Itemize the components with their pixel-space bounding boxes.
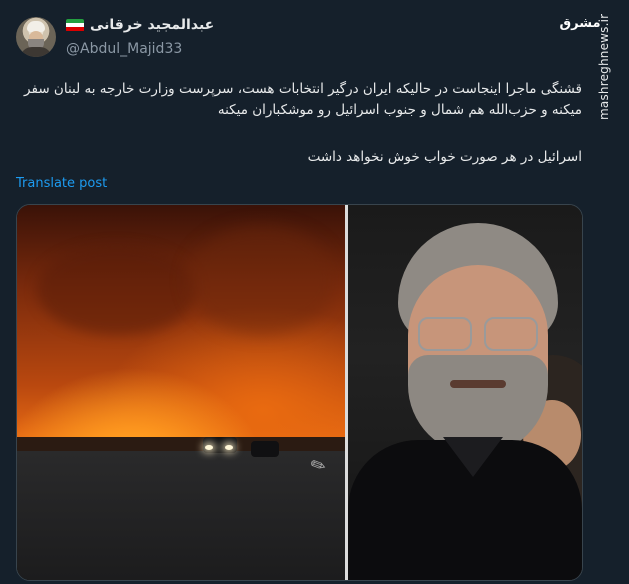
glasses-lens — [484, 317, 538, 351]
author-display-name[interactable]: عبدالمجید خرقانی — [90, 17, 214, 33]
horizon-line — [17, 437, 345, 451]
tweet-media[interactable]: ✎ — [16, 204, 583, 581]
mouth — [450, 380, 506, 388]
avatar[interactable] — [16, 17, 56, 57]
glasses-lens — [418, 317, 472, 351]
tweet-paragraph-2: اسرائیل در هر صورت خواب خوش نخواهد داشت — [307, 149, 582, 165]
smoke-cloud — [187, 225, 337, 335]
iran-flag-icon — [66, 18, 84, 32]
site-watermark: mashreghnews.ir — [597, 13, 611, 120]
tweet-paragraph-1: قشنگی ماجرا اینجاست در حالیکه ایران درگی… — [24, 81, 582, 118]
author-handle[interactable]: @Abdul_Majid33 — [66, 41, 182, 57]
tweet: عبدالمجید خرقانی @Abdul_Majid33 قشنگی ما… — [0, 0, 629, 584]
portrait-photo[interactable] — [348, 205, 582, 580]
smoke-cloud — [37, 245, 197, 335]
tweet-text: قشنگی ماجرا اینجاست در حالیکه ایران درگی… — [16, 79, 582, 168]
fire-photo[interactable]: ✎ — [17, 205, 345, 580]
translate-post-link[interactable]: Translate post — [16, 176, 107, 191]
car — [251, 441, 279, 457]
author-name-row[interactable]: عبدالمجید خرقانی — [66, 17, 214, 33]
avatar-robe — [20, 47, 52, 57]
mashregh-logo-icon: مشرق — [559, 15, 601, 31]
car-headlight — [205, 445, 213, 450]
car-headlight — [225, 445, 233, 450]
